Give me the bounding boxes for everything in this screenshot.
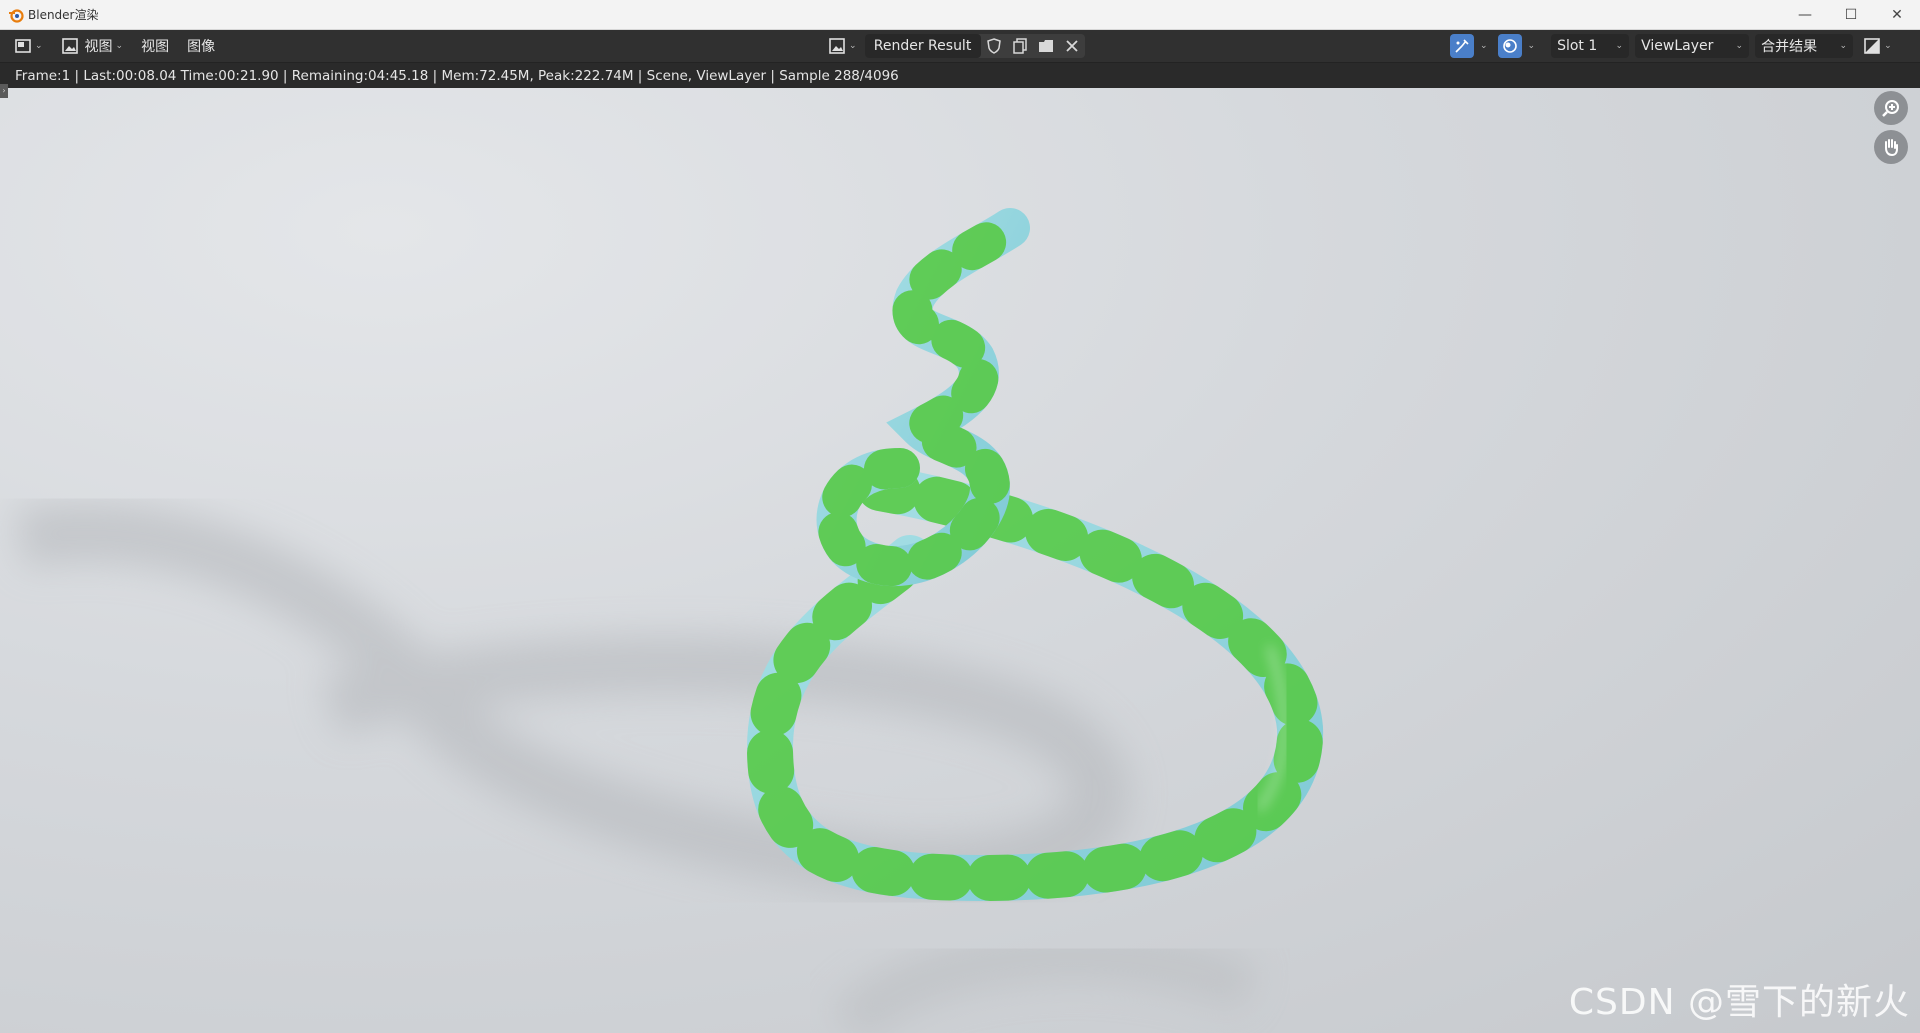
chevron-down-icon: ⌄ — [849, 41, 857, 51]
hand-icon — [1885, 139, 1898, 157]
image-icon — [829, 38, 845, 54]
view-menu-dropdown[interactable]: 视图 ⌄ — [57, 34, 128, 58]
floor-shadow — [829, 930, 1260, 1033]
zoom-button[interactable] — [1874, 91, 1908, 125]
open-image-button[interactable] — [1033, 34, 1059, 58]
view-menu-label: 视图 — [84, 39, 113, 55]
render-info-bar: Frame:1 | Last:00:08.04 Time:00:21.90 | … — [0, 63, 1920, 88]
close-window-button[interactable]: ✕ — [1874, 0, 1920, 30]
chevron-down-icon: ⌄ — [1735, 41, 1744, 51]
knot-shadow — [15, 502, 1130, 899]
new-image-button[interactable] — [1007, 34, 1033, 58]
chevron-down-icon[interactable]: ⌄ — [1528, 41, 1536, 51]
menu-image[interactable]: 图像 — [187, 36, 215, 56]
pan-button[interactable] — [1874, 130, 1908, 164]
render-stats-text: Frame:1 | Last:00:08.04 Time:00:21.90 | … — [15, 67, 899, 84]
image-browse-dropdown[interactable]: ⌄ — [824, 34, 861, 58]
blender-logo-icon — [9, 8, 24, 23]
render-slot-button[interactable] — [1497, 34, 1522, 58]
sidebar-toggle-arrow[interactable]: › — [0, 84, 8, 98]
knot-object — [746, 208, 1324, 902]
window-titlebar: Blender渲染 — ☐ ✕ — [0, 0, 1920, 30]
image-editor-icon — [15, 39, 31, 53]
chevron-down-icon: ⌄ — [35, 41, 43, 51]
display-channels-icon — [1864, 38, 1880, 54]
close-icon — [1065, 40, 1078, 52]
shield-icon — [986, 38, 1001, 54]
sample-tool-icon — [1455, 39, 1469, 53]
render-image — [15, 208, 1324, 1033]
fake-user-button[interactable] — [981, 34, 1007, 58]
render-pass-label: 合并结果 — [1761, 39, 1818, 55]
image-name-field[interactable]: Render Result — [864, 34, 981, 58]
sample-tool-button[interactable] — [1450, 34, 1474, 58]
chevron-down-icon: ⌄ — [1615, 41, 1624, 51]
chevron-down-icon: ⌄ — [1884, 41, 1892, 51]
unlink-image-button[interactable] — [1059, 34, 1085, 58]
image-editor-header: ⌄ 视图 ⌄ 视图 图像 ⌄ Render Result ⌄ ⌄ Slot 1 … — [0, 30, 1920, 63]
slot-dropdown[interactable]: Slot 1 ⌄ — [1551, 34, 1630, 58]
chevron-down-icon: ⌄ — [1839, 41, 1848, 51]
render-pass-dropdown[interactable]: 合并结果 ⌄ — [1755, 34, 1854, 58]
zoom-icon — [1882, 100, 1899, 117]
render-viewport[interactable]: CSDN @雪下的新火 — [0, 88, 1920, 1033]
display-channels-dropdown[interactable]: ⌄ — [1859, 34, 1896, 58]
render-icon — [1502, 39, 1517, 53]
duplicate-icon — [1012, 38, 1027, 54]
chevron-down-icon: ⌄ — [115, 41, 124, 51]
folder-icon — [1038, 40, 1053, 52]
maximize-button[interactable]: ☐ — [1828, 0, 1874, 30]
minimize-button[interactable]: — — [1782, 0, 1828, 30]
watermark-text: CSDN @雪下的新火 — [1568, 982, 1910, 1023]
menu-view[interactable]: 视图 — [141, 36, 169, 56]
chevron-down-icon[interactable]: ⌄ — [1480, 41, 1488, 51]
image-icon — [61, 38, 78, 54]
view-layer-dropdown[interactable]: ViewLayer ⌄ — [1635, 34, 1750, 58]
slot-label: Slot 1 — [1557, 38, 1598, 54]
window-title: Blender渲染 — [28, 8, 99, 22]
editor-type-dropdown[interactable]: ⌄ — [10, 34, 47, 58]
view-layer-label: ViewLayer — [1641, 38, 1714, 54]
